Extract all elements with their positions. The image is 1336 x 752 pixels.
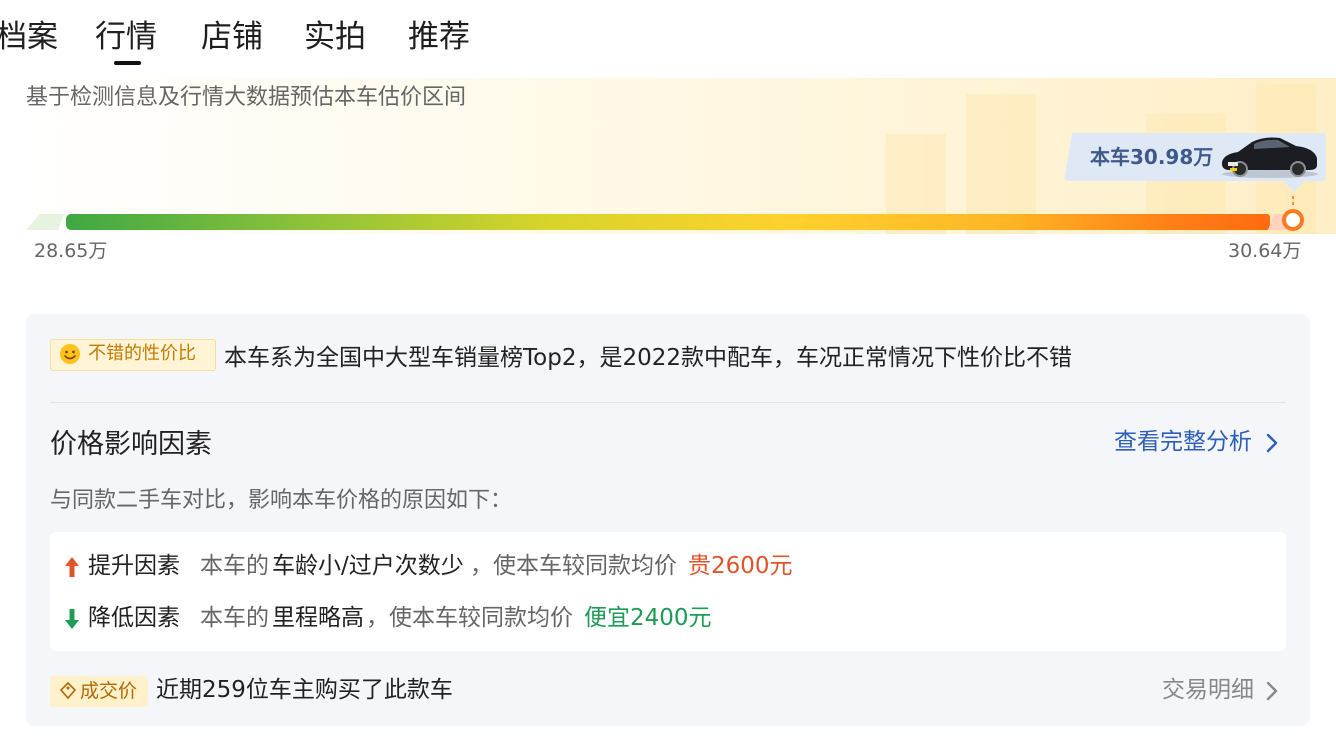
tab-market[interactable]: 行情 [95,16,157,58]
price-range-bar [66,214,1270,230]
value-badge-label: 不错的性价比 [88,343,196,364]
increase-factor-middle: ，使本车较同款均价 [470,553,677,579]
range-max-label: 30.64万 [1228,240,1302,262]
deal-price-badge-label: 成交价 [80,680,138,702]
car-thumbnail-icon [1222,137,1318,178]
increase-factor-prefix: 本车的 [200,553,269,579]
chevron-right-icon[interactable] [1266,433,1278,453]
arrow-up-icon [65,557,79,577]
summary-text: 本车系为全国中大型车销量榜Top2，是2022款中配车，车况正常情况下性价比不错 [224,345,1072,371]
tab-store[interactable]: 店铺 [201,16,263,58]
tab-photos[interactable]: 实拍 [304,16,366,58]
price-tag-icon [59,681,77,700]
recent-buyers-text: 近期259位车主购买了此款车 [156,677,453,703]
trade-details-link[interactable]: 交易明细 [1162,674,1254,706]
decrease-factor-label: 降低因素 [88,605,180,631]
chevron-right-icon[interactable] [1266,681,1278,701]
price-tag-pointer [1282,180,1306,192]
full-analysis-link[interactable]: 查看完整分析 [1114,426,1252,458]
range-min-label: 28.65万 [34,240,108,262]
arrow-down-icon [65,609,79,629]
price-factors-subtitle: 与同款二手车对比，影响本车价格的原因如下： [50,488,513,513]
price-factors-title: 价格影响因素 [50,429,212,460]
decrease-factor-highlight: 里程略高 [272,605,364,631]
active-tab-indicator [114,61,141,65]
decrease-factor-result: 便宜2400元 [584,605,712,631]
price-pointer-line [1292,196,1294,208]
tab-bar: 档案 行情 店铺 实拍 推荐 [0,0,1336,70]
increase-factor-result: 贵2600元 [688,553,793,579]
smile-icon [60,344,80,364]
increase-factor-highlight: 车龄小/过户次数少 [272,553,464,579]
tab-recommend[interactable]: 推荐 [408,16,470,58]
estimate-description: 基于检测信息及行情大数据预估本车估价区间 [26,85,467,110]
current-price-label: 本车30.98万 [1090,145,1214,169]
decrease-factor-middle: ，使本车较同款均价 [366,605,573,631]
divider [50,402,1286,403]
decrease-factor-prefix: 本车的 [200,605,269,631]
analysis-card [26,314,1310,726]
current-price-marker [1282,209,1304,231]
tab-archive[interactable]: 档案 [0,16,58,58]
increase-factor-label: 提升因素 [88,553,180,579]
